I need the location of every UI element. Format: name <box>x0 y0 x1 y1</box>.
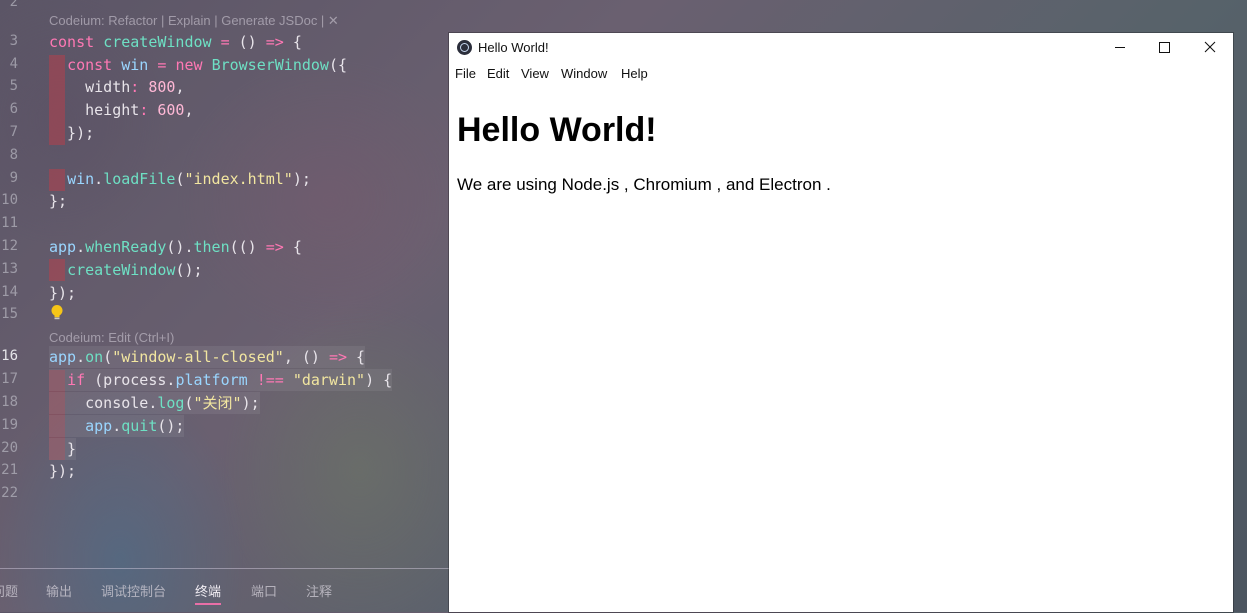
tab-debug-console[interactable]: 调试控制台 <box>101 581 166 600</box>
line-number: 21 <box>1 462 18 478</box>
menu-view[interactable]: View <box>521 66 549 81</box>
code-line[interactable]: const win = new BrowserWindow({ <box>49 54 347 76</box>
tab-terminal[interactable]: 终端 <box>195 581 222 605</box>
electron-window: Hello World! File Edit View Window Help … <box>449 33 1233 612</box>
line-number: 17 <box>1 371 18 387</box>
line-number: 13 <box>1 261 18 277</box>
page-paragraph: We are using Node.js , Chromium , and El… <box>457 175 831 194</box>
title-bar[interactable]: Hello World! <box>449 33 1233 61</box>
code-line[interactable]: } <box>49 438 77 460</box>
electron-app-icon <box>457 40 472 55</box>
line-number: 19 <box>1 417 18 433</box>
menu-help[interactable]: Help <box>621 66 648 81</box>
line-number: 4 <box>9 56 18 72</box>
line-number: 3 <box>9 33 18 49</box>
tab-problems[interactable]: 问题 <box>0 581 18 600</box>
line-number: 11 <box>1 215 18 231</box>
code-line[interactable]: if (process.platform !== "darwin") { <box>49 369 393 391</box>
line-number-active: 16 <box>1 348 18 364</box>
codeium-edit-hint[interactable]: Codeium: Edit (Ctrl+I) <box>49 330 174 345</box>
line-number: 9 <box>9 170 18 186</box>
code-line[interactable]: }; <box>49 190 67 212</box>
line-number: 14 <box>1 284 18 300</box>
line-number: 7 <box>9 124 18 140</box>
line-number: 8 <box>9 147 18 163</box>
line-number: 2 <box>9 0 18 10</box>
code-line[interactable]: app.quit(); <box>49 415 185 437</box>
code-editor[interactable]: 2 Codeium: Refactor | Explain | Generate… <box>0 0 449 568</box>
lightbulb-icon[interactable] <box>50 304 64 322</box>
menu-edit[interactable]: Edit <box>487 66 509 81</box>
code-line[interactable]: width: 800, <box>49 76 184 98</box>
close-button[interactable] <box>1187 33 1233 61</box>
bottom-panel: 问题 输出 调试控制台 终端 端口 注释 <box>0 568 449 613</box>
page-heading: Hello World! <box>457 111 657 149</box>
line-number: 12 <box>1 238 18 254</box>
line-number: 22 <box>1 485 18 501</box>
tab-output[interactable]: 输出 <box>46 581 72 600</box>
code-line[interactable]: height: 600, <box>49 99 193 121</box>
line-number: 20 <box>1 440 18 456</box>
codeium-codelens[interactable]: Codeium: Refactor | Explain | Generate J… <box>49 13 339 29</box>
maximize-icon <box>1159 42 1170 53</box>
menu-file[interactable]: File <box>455 66 476 81</box>
window-title: Hello World! <box>478 40 549 55</box>
code-line[interactable]: console.log("关闭"); <box>49 392 260 414</box>
tab-comments[interactable]: 注释 <box>306 581 332 600</box>
code-line-active[interactable]: app.on("window-all-closed", () => { <box>49 346 366 368</box>
line-number: 5 <box>9 78 18 94</box>
line-number: 6 <box>9 101 18 117</box>
tab-ports[interactable]: 端口 <box>251 581 277 600</box>
code-line[interactable]: app.whenReady().then(() => { <box>49 236 302 258</box>
code-line[interactable]: const createWindow = () => { <box>49 31 302 53</box>
code-line[interactable]: }); <box>49 282 76 304</box>
code-line[interactable]: createWindow(); <box>49 259 202 281</box>
close-icon <box>1204 41 1216 53</box>
line-number: 18 <box>1 394 18 410</box>
line-number: 10 <box>1 192 18 208</box>
maximize-button[interactable] <box>1141 33 1187 61</box>
menu-window[interactable]: Window <box>561 66 607 81</box>
code-line[interactable]: }); <box>49 460 76 482</box>
code-line[interactable]: win.loadFile("index.html"); <box>49 168 311 190</box>
minimize-button[interactable] <box>1097 33 1143 61</box>
code-line[interactable]: }); <box>49 122 94 144</box>
line-number: 15 <box>1 306 18 322</box>
minimize-icon <box>1115 47 1125 48</box>
